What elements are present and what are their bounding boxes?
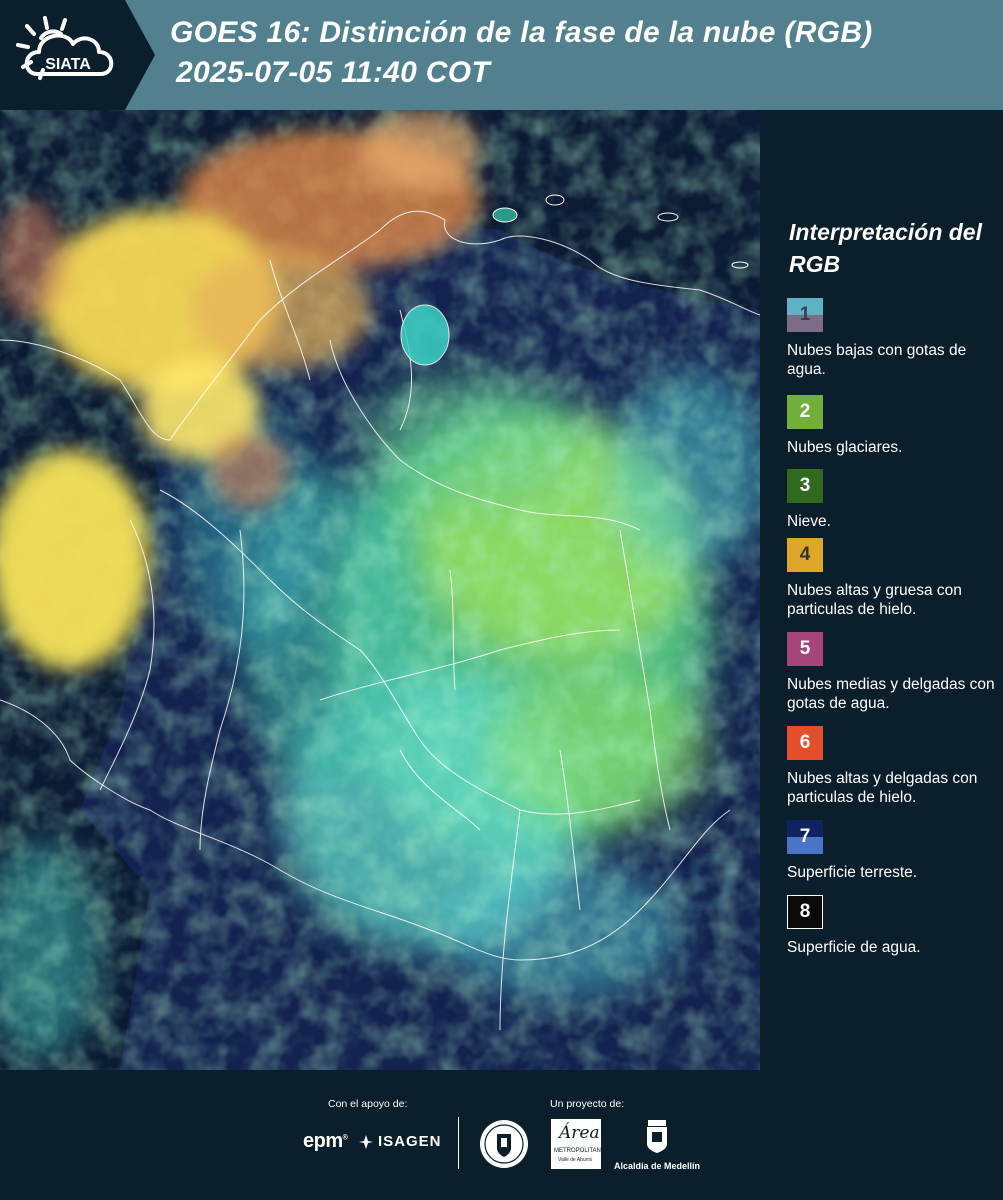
project-label: Un proyecto de: bbox=[550, 1098, 625, 1110]
footer-divider bbox=[458, 1117, 459, 1169]
legend-number: 4 bbox=[799, 544, 811, 565]
legend-description: Nubes altas y gruesa con particulas de h… bbox=[787, 582, 962, 618]
legend-swatch-8: 8 bbox=[787, 895, 823, 929]
alcaldia-text: Alcaldía de Medellín bbox=[613, 1161, 701, 1171]
legend-title: Interpretación del RGB bbox=[789, 219, 982, 277]
area-metropolitana-logo: Área METROPOLITANA Valle de Aburrá bbox=[551, 1119, 605, 1169]
legend-item-5: 5 Nubes medias y delgadas con gotas de a… bbox=[787, 632, 997, 713]
legend-item-2: 2 Nubes glaciares. bbox=[787, 395, 997, 457]
legend-description: Superficie terreste. bbox=[787, 864, 918, 881]
satellite-image bbox=[0, 110, 760, 1070]
header-bar: SIATA GOES 16: Distinción de la fase de … bbox=[0, 0, 1003, 110]
legend-number: 2 bbox=[799, 401, 811, 422]
isagen-logo: ISAGEN bbox=[358, 1133, 442, 1150]
legend-description: Nubes glaciares. bbox=[787, 439, 903, 456]
support-label: Con el apoyo de: bbox=[328, 1098, 408, 1110]
epm-logo: epm® bbox=[303, 1130, 348, 1152]
legend-swatch-6: 6 bbox=[787, 726, 823, 760]
siata-logo-text: SIATA bbox=[45, 56, 91, 73]
isagen-mark-icon bbox=[359, 1134, 373, 1149]
legend-number: 1 bbox=[799, 304, 811, 325]
legend-description: Nubes altas y delgadas con particulas de… bbox=[787, 770, 978, 806]
legend-item-1: 1 Nubes bajas con gotas de agua. bbox=[787, 298, 997, 379]
footer: Con el apoyo de: Un proyecto de: epm® IS… bbox=[0, 1070, 1003, 1200]
legend-swatch-4: 4 bbox=[787, 538, 823, 572]
legend-panel: Interpretación del RGB 1 Nubes bajas con… bbox=[760, 110, 1003, 1070]
amva-line2: Valle de Aburrá bbox=[558, 1157, 592, 1163]
medellin-shield-icon bbox=[647, 1120, 667, 1153]
alcaldia-medellin-logo: Alcaldía de Medellín bbox=[612, 1120, 702, 1171]
siata-logo-container: SIATA bbox=[0, 0, 155, 110]
page-title: GOES 16: Distinción de la fase de la nub… bbox=[170, 16, 873, 49]
page-timestamp: 2025-07-05 11:40 COT bbox=[176, 56, 490, 89]
legend-number: 7 bbox=[799, 826, 811, 847]
legend-description: Nubes medias y delgadas con gotas de agu… bbox=[787, 676, 995, 712]
legend-number: 6 bbox=[799, 732, 811, 753]
legend-swatch-5: 5 bbox=[787, 632, 823, 666]
legend-item-3: 3 Nieve. bbox=[787, 469, 997, 531]
legend-number: 8 bbox=[799, 901, 811, 922]
legend-item-6: 6 Nubes altas y delgadas con particulas … bbox=[787, 726, 997, 807]
amva-script-text: Área bbox=[559, 1123, 600, 1143]
legend-item-4: 4 Nubes altas y gruesa con particulas de… bbox=[787, 538, 997, 619]
legend-description: Nieve. bbox=[787, 513, 831, 530]
university-seal-icon bbox=[480, 1120, 528, 1168]
legend-swatch-1: 1 bbox=[787, 298, 823, 332]
island bbox=[492, 207, 518, 223]
legend-swatch-2: 2 bbox=[787, 395, 823, 429]
legend-description: Nubes bajas con gotas de agua. bbox=[787, 342, 967, 378]
legend-number: 5 bbox=[799, 638, 811, 659]
legend-description: Superficie de agua. bbox=[787, 939, 921, 956]
amva-line1: METROPOLITANA bbox=[554, 1148, 605, 1154]
legend-item-8: 8 Superficie de agua. bbox=[787, 895, 997, 957]
epm-logo-text: epm bbox=[303, 1130, 343, 1152]
isagen-logo-text: ISAGEN bbox=[378, 1133, 442, 1150]
siata-logo: SIATA bbox=[16, 16, 114, 80]
lake-maracaibo bbox=[400, 304, 450, 366]
satellite-rgb-map bbox=[0, 110, 760, 1070]
legend-number: 3 bbox=[799, 475, 811, 496]
legend-swatch-7: 7 bbox=[787, 820, 823, 854]
legend-swatch-3: 3 bbox=[787, 469, 823, 503]
legend-item-7: 7 Superficie terreste. bbox=[787, 820, 997, 882]
